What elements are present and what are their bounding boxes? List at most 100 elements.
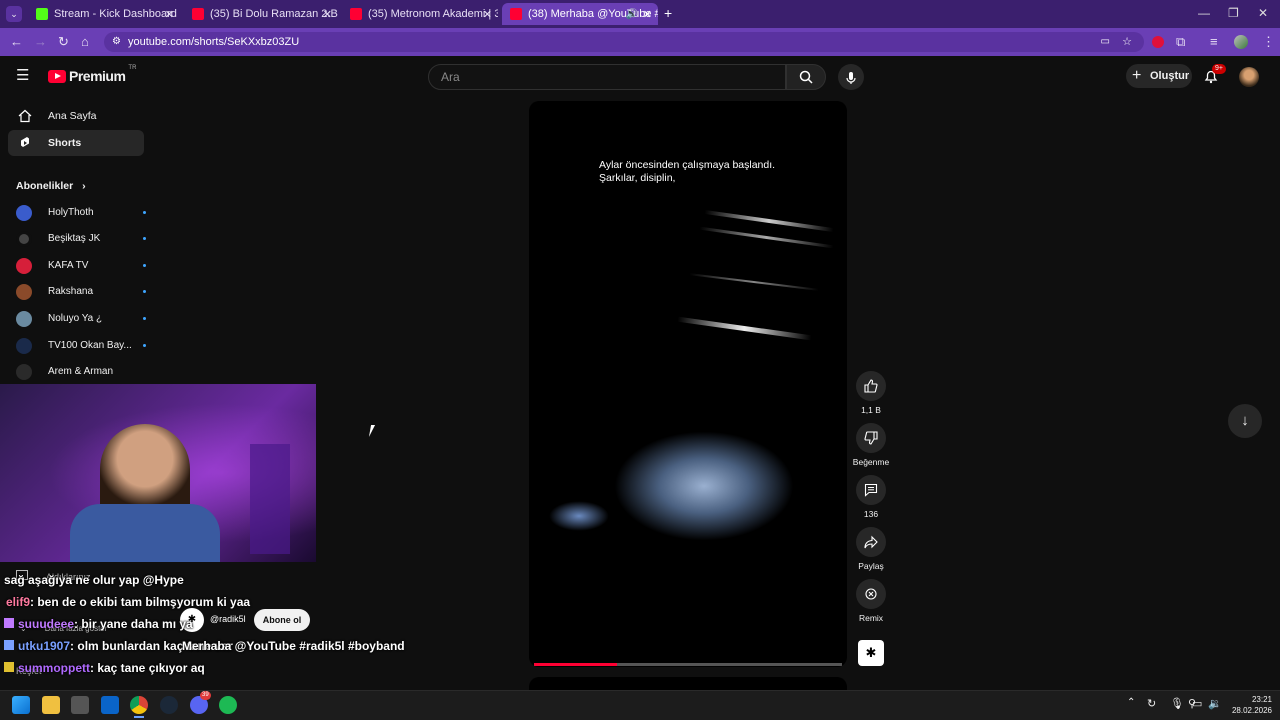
system-clock[interactable]: 23:21 28.02.2026 (1222, 694, 1272, 716)
sidebar-sub-arem-arman[interactable]: Arem & Arman (16, 364, 146, 380)
steam-icon[interactable] (160, 696, 178, 714)
sub-name: Rakshana (48, 286, 94, 297)
tab-search-button[interactable]: ⌄ (6, 6, 22, 22)
youtube-logo[interactable]: Premium TR (48, 65, 137, 84)
close-icon[interactable]: ✕ (323, 8, 332, 21)
site-info-icon[interactable]: ⚙ (112, 32, 121, 52)
next-short-peek (529, 677, 847, 690)
address-bar[interactable]: ⚙ youtube.com/shorts/SeKXxbz03ZU ▭ ☆ (104, 32, 1144, 52)
tab-kick-dashboard[interactable]: Stream - Kick Dashboard ✕ (28, 3, 180, 25)
remix-button[interactable]: Remix (856, 579, 886, 623)
next-short-button[interactable]: ↓ (1228, 404, 1262, 438)
account-avatar[interactable] (1239, 67, 1259, 87)
outlook-icon[interactable] (101, 696, 119, 714)
sidebar-sub-noluyo-ya[interactable]: Noluyo Ya ¿ (16, 311, 146, 327)
hamburger-menu-icon[interactable]: ☰ (16, 68, 30, 84)
subscribe-button[interactable]: Abone ol (254, 609, 310, 631)
voice-search-button[interactable] (838, 64, 864, 90)
store-icon[interactable] (71, 696, 89, 714)
subscriptions-header[interactable]: Abonelikler › (16, 180, 86, 192)
like-button[interactable]: 1,1 B (856, 371, 886, 415)
install-icon[interactable]: ▭ (1101, 32, 1110, 52)
tray-volume-icon[interactable]: 🔉 (1208, 697, 1222, 710)
browser-tab-bar: ⌄ Stream - Kick Dashboard ✕ (35) Bi Dolu… (0, 0, 1280, 28)
chat-user: summoppett (18, 661, 90, 675)
clock-date: 28.02.2026 (1231, 706, 1272, 715)
tab-bi-dolu-ramazan[interactable]: (35) Bi Dolu Ramazan 2.Bölüm | ✕ (184, 3, 338, 25)
reload-icon[interactable]: ↻ (58, 34, 69, 50)
video-title: Merhaba @YouTube #radik5l #boyband (182, 639, 405, 653)
sound-channel-thumbnail[interactable]: ✱ (858, 640, 884, 666)
tray-mic-icon[interactable]: 🎙 (1170, 697, 1184, 710)
close-icon[interactable]: ✕ (165, 8, 174, 21)
sub-name: TV100 Okan Bay... (48, 340, 132, 351)
youtube-icon (510, 8, 522, 20)
video-caption: Aylar öncesinden çalışmaya başlandı. Şar… (599, 159, 775, 185)
discord-badge: 39 (200, 691, 211, 700)
caption-line-1: Aylar öncesinden çalışmaya başlandı. (599, 159, 776, 171)
close-icon[interactable]: ✕ (483, 8, 492, 21)
chrome-icon[interactable] (130, 696, 148, 714)
like-count: 1,1 B (861, 405, 881, 415)
share-label: Paylaş (858, 561, 884, 571)
tray-chevron-icon[interactable]: ⌃ (1127, 697, 1135, 708)
arrow-down-icon: ↓ (1241, 412, 1249, 429)
spotify-icon[interactable] (219, 696, 237, 714)
chat-user: elif9 (6, 595, 31, 609)
chat-message: elif9: ben de o ekibi tam bilmşyorum ki … (6, 595, 250, 609)
sidebar-sub-rakshana[interactable]: Rakshana (16, 284, 146, 300)
search-input[interactable]: Ara (428, 64, 786, 90)
menu-dots-icon[interactable]: ⋮ (1262, 34, 1275, 50)
bookmark-star-icon[interactable]: ☆ (1122, 32, 1132, 52)
sidebar-item-shorts[interactable]: Shorts (8, 130, 144, 156)
sidebar-sub-holythoth[interactable]: HolyThoth (16, 205, 146, 221)
create-button[interactable]: + Oluştur (1126, 64, 1192, 88)
home-icon[interactable]: ⌂ (81, 34, 89, 49)
region-code: TR (128, 65, 137, 71)
extensions-icon[interactable]: ⧉ (1176, 34, 1185, 50)
extension-red-icon[interactable] (1152, 36, 1164, 48)
windows-start-icon[interactable] (12, 696, 30, 714)
avatar (16, 311, 32, 327)
new-content-dot (143, 211, 146, 214)
discord-icon[interactable]: 39 (190, 691, 211, 714)
avatar (16, 205, 32, 221)
speaker-icon[interactable]: 🔊 (626, 9, 638, 20)
create-label: Oluştur (1150, 70, 1190, 82)
shorts-video-player[interactable]: Aylar öncesinden çalışmaya başlandı. Şar… (529, 101, 847, 667)
file-explorer-icon[interactable] (42, 696, 60, 714)
channel-handle[interactable]: @radik5l (210, 614, 246, 624)
tray-sync-icon[interactable]: ↻ (1147, 697, 1156, 710)
chair-decor (250, 444, 290, 554)
sidebar-sub-tv100[interactable]: TV100 Okan Bay... (16, 338, 146, 354)
search-button[interactable] (786, 64, 826, 90)
sidebar-item-home[interactable]: Ana Sayfa (8, 103, 144, 129)
comment-count: 136 (863, 509, 879, 519)
tab-metronom-akademi[interactable]: (35) Metronom Akademi | 3. Bö ✕ (342, 3, 498, 25)
profile-avatar-icon[interactable] (1234, 35, 1248, 49)
restore-icon[interactable]: ❐ (1228, 6, 1239, 20)
back-icon[interactable]: ← (10, 34, 23, 49)
avatar (16, 284, 32, 300)
forward-icon[interactable]: → (34, 34, 47, 49)
dislike-button[interactable]: Beğenme (853, 423, 889, 467)
sidebar-sub-kafatv[interactable]: KAFA TV (16, 258, 146, 274)
new-content-dot (143, 264, 146, 267)
media-control-icon[interactable]: ≡ (1210, 34, 1218, 49)
new-tab-button[interactable]: + (664, 5, 672, 21)
minimize-icon[interactable]: — (1198, 6, 1210, 20)
tab-merhaba-youtube[interactable]: (38) Merhaba @YouTube # 🔊 ✕ (502, 3, 658, 25)
subscribe-label: Abone ol (262, 615, 302, 625)
thumbs-up-icon (864, 379, 878, 393)
url-text: youtube.com/shorts/SeKXxbz03ZU (128, 36, 300, 48)
tray-display-icon[interactable]: ▭ (1192, 697, 1202, 710)
sidebar-sub-besiktas[interactable]: Beşiktaş JK (16, 231, 146, 247)
chat-text: : bir yane daha mı ya (74, 617, 193, 631)
close-icon[interactable]: ✕ (643, 8, 652, 21)
avatar (16, 338, 32, 354)
youtube-play-icon (48, 69, 66, 83)
share-button[interactable]: Paylaş (856, 527, 886, 571)
comments-button[interactable]: 136 (856, 475, 886, 519)
notifications-button[interactable]: 9+ (1203, 64, 1226, 86)
window-close-icon[interactable]: ✕ (1258, 6, 1268, 20)
